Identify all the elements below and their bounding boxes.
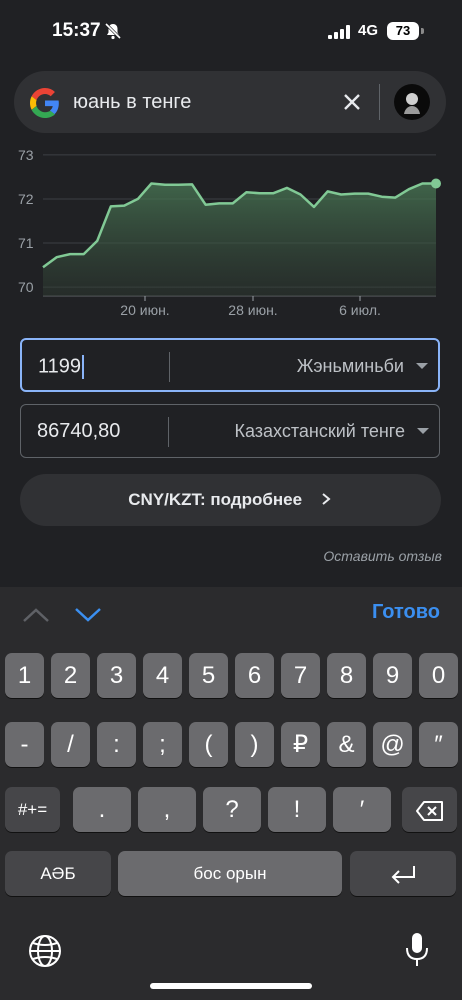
avatar-image-icon [404,93,420,114]
done-button[interactable]: Готово [372,601,440,624]
from-amount-field[interactable]: 1199 Жэньминьби [20,338,440,392]
battery-icon: 73 [387,22,419,40]
status-bar: 15:37 4G 73 [0,0,462,62]
clear-icon[interactable] [341,91,363,113]
key-punctuation[interactable]: , [138,787,196,832]
status-time: 15:37 [52,20,101,41]
key-6[interactable]: 6 [235,653,274,698]
search-query[interactable]: юань в тенге [73,91,191,114]
key-symbol[interactable]: ( [189,722,228,767]
chevron-right-icon [322,493,331,505]
google-logo-icon [30,88,59,118]
details-button-label: CNY/KZT: подробнее [128,490,303,509]
key-5[interactable]: 5 [189,653,228,698]
key-1[interactable]: 1 [5,653,44,698]
search-divider [379,84,380,120]
key-symbol[interactable]: ″ [419,722,458,767]
key-symbol[interactable]: - [5,722,44,767]
to-amount-field[interactable]: 86740,80 Казахстанский тенге [20,404,440,458]
chart-area [43,183,436,296]
chart-endpoint[interactable] [431,178,441,189]
details-button[interactable]: CNY/KZT: подробнее [20,474,441,526]
search-bar[interactable]: юань в тенге [14,71,446,133]
key-punctuation[interactable]: ? [203,787,261,832]
key-9[interactable]: 9 [373,653,412,698]
chevron-down-icon[interactable] [74,606,102,624]
key-symbol[interactable]: ₽ [281,722,320,767]
key-symbol[interactable]: ) [235,722,274,767]
chevron-up-icon[interactable] [22,606,50,624]
key-space[interactable]: бос орын [118,851,342,896]
key-punctuation[interactable]: ′ [333,787,391,832]
key-abc[interactable]: АӘБ [5,851,111,896]
y-tick-label: 71 [18,235,34,251]
keyboard: Готово 1 2 3 4 5 6 7 8 9 0- /:;() ₽ & @ ″ #+=.,?! ′ АӘБ … [0,587,462,1000]
exchange-rate-chart[interactable]: 70 71 72 73 20 июн. 28 июн. 6 июл. [0,138,462,323]
x-tick-label: 6 июл. [339,302,381,318]
to-amount-input[interactable]: 86740,80 [37,420,120,443]
key-symbol[interactable]: : [97,722,136,767]
key-4[interactable]: 4 [143,653,182,698]
globe-icon[interactable] [27,933,63,969]
key-symbol[interactable]: @ [373,722,412,767]
y-tick-label: 70 [18,279,34,295]
key-8[interactable]: 8 [327,653,366,698]
x-tick-label: 20 июн. [120,302,169,318]
from-currency-select[interactable]: Жэньминьби [297,356,404,377]
backspace-icon [415,800,443,821]
microphone-icon[interactable] [404,931,430,969]
y-tick-label: 72 [18,191,34,207]
signal-icon [328,25,350,39]
key-return[interactable] [350,851,456,896]
bell-muted-icon [104,22,122,40]
key-2[interactable]: 2 [51,653,90,698]
y-tick-label: 73 [18,147,34,163]
x-tick-label: 28 июн. [228,302,277,318]
dropdown-arrow-icon[interactable] [416,363,428,369]
key-symbol[interactable]: ; [143,722,182,767]
from-amount-input[interactable]: 1199 [38,355,85,379]
key-10[interactable]: 0 [419,653,458,698]
key-punctuation[interactable]: ! [268,787,326,832]
key-more-symbols[interactable]: #+= [5,787,60,832]
network-type: 4G [358,22,379,39]
key-symbol[interactable]: / [51,722,90,767]
to-currency-select[interactable]: Казахстанский тенге [234,421,405,442]
key-punctuation[interactable]: . [73,787,131,832]
home-indicator[interactable] [150,983,312,989]
battery-tip [421,28,424,34]
dropdown-arrow-icon[interactable] [417,428,429,434]
key-backspace[interactable] [402,787,457,832]
field-divider [169,352,170,382]
keyboard-toolbar: Готово [0,587,462,639]
key-7[interactable]: 7 [281,653,320,698]
key-symbol[interactable]: & [327,722,366,767]
text-cursor [82,355,85,379]
field-divider [168,417,169,447]
return-icon [391,865,415,884]
feedback-link[interactable]: Оставить отзыв [323,548,442,564]
key-3[interactable]: 3 [97,653,136,698]
avatar[interactable] [394,84,430,120]
